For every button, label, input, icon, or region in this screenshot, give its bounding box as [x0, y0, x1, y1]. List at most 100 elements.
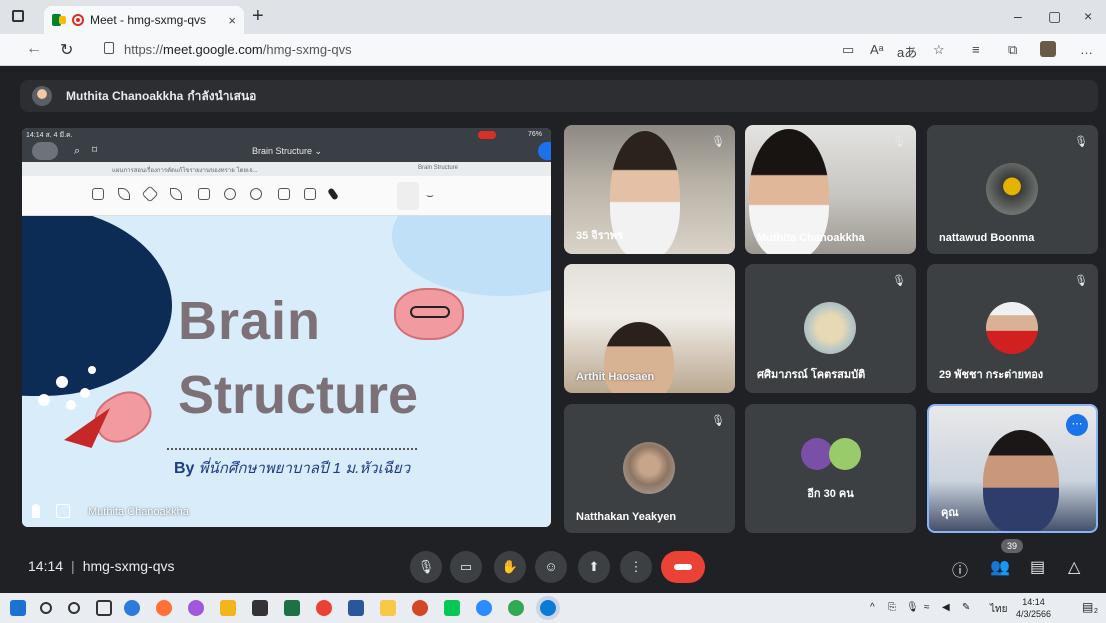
- presentation-tile[interactable]: 14:14 ส. 4 มี.ค. ⌕ ⌑ Brain Structure ⌄ 7…: [22, 128, 551, 527]
- profile-avatar[interactable]: [1040, 41, 1056, 57]
- meeting-info: 14:14 | hmg-sxmg-qvs: [28, 558, 175, 574]
- size-dot-icon[interactable]: [397, 182, 419, 210]
- favorites-bar-icon[interactable]: ≡: [972, 42, 980, 57]
- slide-title-line1: Brain: [178, 291, 322, 351]
- mic-icon[interactable]: 🎙: [410, 551, 442, 583]
- search-icon[interactable]: [40, 602, 52, 614]
- video-icon[interactable]: ▭: [842, 42, 854, 58]
- participant-tile[interactable]: 🎙 nattawud Boonma: [927, 125, 1098, 254]
- refresh-icon[interactable]: ↻: [60, 40, 73, 60]
- collections-icon[interactable]: ⧉: [1008, 42, 1017, 58]
- store-icon[interactable]: [220, 600, 236, 616]
- favorite-icon[interactable]: ☆: [933, 42, 945, 58]
- participant-tile[interactable]: 🎙 Natthakan Yeakyen: [564, 404, 735, 533]
- tab-actions-icon[interactable]: [12, 10, 24, 22]
- pen-icon[interactable]: [118, 188, 130, 200]
- url-field[interactable]: https://meet.google.com/hmg-sxmg-qvs: [96, 38, 831, 62]
- volume-icon[interactable]: ◀: [942, 602, 950, 613]
- tray-chevron-icon[interactable]: ^: [870, 602, 875, 613]
- raise-hand-icon[interactable]: ✋: [494, 551, 526, 583]
- participant-name: Arthit Haosaen: [576, 371, 655, 383]
- stroke-icon[interactable]: ⌣: [426, 188, 434, 203]
- participant-tile[interactable]: 🎙 Muthita Chanoakkha: [745, 125, 916, 254]
- participant-name: ศศิมาภรณ์ โคตรสมบัติ: [757, 369, 866, 381]
- messenger-icon[interactable]: [188, 600, 204, 616]
- participant-tile[interactable]: 🎙 29 พัชชา กระต่ายทอง: [927, 264, 1098, 393]
- chat-icon[interactable]: ▤: [1030, 557, 1045, 577]
- mail-icon[interactable]: [252, 600, 268, 616]
- windows-taskbar: ^ ⎘ 🎙 ≈ ◀ ✎ ไทย 14:14 4/3/2566 ▤ 2: [0, 593, 1106, 623]
- file-explorer-icon[interactable]: [380, 600, 396, 616]
- read-aloud-icon[interactable]: Aᵃ: [870, 42, 884, 57]
- excel-icon[interactable]: [284, 600, 300, 616]
- mic-off-icon: 🎙: [892, 136, 906, 148]
- more-options-button[interactable]: ⋯: [1066, 414, 1088, 436]
- meet-indicator[interactable]: [538, 142, 551, 160]
- translate-icon[interactable]: aあ: [897, 42, 917, 61]
- end-call-button[interactable]: [661, 551, 705, 583]
- taskbar-clock[interactable]: 14:14 4/3/2566: [1016, 596, 1051, 620]
- language-indicator[interactable]: ไทย: [990, 602, 1007, 617]
- emoji-icon[interactable]: ☺: [535, 551, 567, 583]
- ie-icon[interactable]: [124, 600, 140, 616]
- pin-icon[interactable]: [32, 504, 40, 518]
- firefox-icon[interactable]: [156, 600, 172, 616]
- participant-tile[interactable]: 🎙 35 จิราพร: [564, 125, 735, 254]
- task-view-icon[interactable]: [96, 600, 112, 616]
- presenter-name: Muthita Chanoakkha: [66, 89, 184, 103]
- more-icon[interactable]: …: [1080, 42, 1093, 57]
- edge-icon[interactable]: [540, 600, 556, 616]
- presenter-footer-name: Muthita Chanoakkha: [88, 506, 189, 518]
- document-title[interactable]: Brain Structure ⌄: [252, 146, 322, 157]
- pen-tray-icon[interactable]: ✎: [962, 602, 970, 613]
- cortana-icon[interactable]: [68, 602, 80, 614]
- chrome-profile-icon[interactable]: [508, 600, 524, 616]
- eraser-icon[interactable]: [141, 185, 159, 203]
- shapes-icon[interactable]: [224, 188, 236, 200]
- network-icon[interactable]: ⎘: [888, 602, 896, 613]
- new-tab-button[interactable]: +: [252, 6, 264, 26]
- self-tile[interactable]: ⋯ คุณ: [927, 404, 1098, 533]
- text-icon[interactable]: [304, 188, 316, 200]
- back-button[interactable]: [32, 142, 58, 160]
- present-icon[interactable]: ⬆: [578, 551, 610, 583]
- word-icon[interactable]: [348, 600, 364, 616]
- slide-title-line2: Structure: [178, 365, 419, 425]
- decor-navy-blob: [22, 216, 172, 396]
- participant-tile[interactable]: 🎙 ศศิมาภรณ์ โคตรสมบัติ: [745, 264, 916, 393]
- browser-tab-meet[interactable]: Meet - hmg-sxmg-qvs ×: [44, 6, 244, 34]
- start-icon[interactable]: [10, 600, 26, 616]
- image-icon[interactable]: [278, 188, 290, 200]
- wifi-icon[interactable]: ≈: [924, 602, 930, 613]
- zoom-icon[interactable]: [476, 600, 492, 616]
- sticker-icon[interactable]: [250, 188, 262, 200]
- fullscreen-icon[interactable]: [56, 504, 70, 518]
- doc-icon[interactable]: [92, 188, 104, 200]
- meeting-controls: 14:14 | hmg-sxmg-qvs 🎙 ▭ ✋ ☺ ⬆ ⋮ ⓘ 39 👥 ▤ …: [0, 539, 1106, 589]
- people-icon[interactable]: 👥: [990, 557, 1010, 577]
- line-icon[interactable]: [444, 600, 460, 616]
- back-icon[interactable]: ←: [26, 40, 42, 58]
- participant-tile[interactable]: Arthit Haosaen: [564, 264, 735, 393]
- activities-icon[interactable]: △: [1068, 557, 1080, 577]
- powerpoint-icon[interactable]: [412, 600, 428, 616]
- search-icon[interactable]: ⌕: [74, 145, 80, 158]
- minimize-button[interactable]: –: [1014, 8, 1022, 24]
- others-tile[interactable]: อีก 30 คน: [745, 404, 916, 533]
- chrome-icon[interactable]: [316, 600, 332, 616]
- tab-left-label[interactable]: แผนการสอนเรื่องการตัดแก้ไขรายงานของทราย …: [112, 165, 258, 175]
- tab-brain-structure[interactable]: Brain Structure: [418, 165, 458, 171]
- lasso-icon[interactable]: [198, 188, 210, 200]
- more-vert-icon[interactable]: ⋮: [620, 551, 652, 583]
- bookmark-icon[interactable]: ⌑: [92, 145, 97, 156]
- notification-icon[interactable]: ▤: [1082, 600, 1093, 614]
- mic-off-icon: 🎙: [892, 275, 906, 287]
- highlighter-icon[interactable]: [170, 188, 182, 200]
- close-tab-icon[interactable]: ×: [228, 13, 236, 28]
- laser-icon[interactable]: [327, 187, 339, 201]
- camera-icon[interactable]: ▭: [450, 551, 482, 583]
- info-icon[interactable]: ⓘ: [952, 557, 968, 581]
- close-window-button[interactable]: ×: [1084, 8, 1092, 24]
- mic-tray-icon[interactable]: 🎙: [906, 602, 919, 613]
- maximize-button[interactable]: ▢: [1048, 8, 1061, 25]
